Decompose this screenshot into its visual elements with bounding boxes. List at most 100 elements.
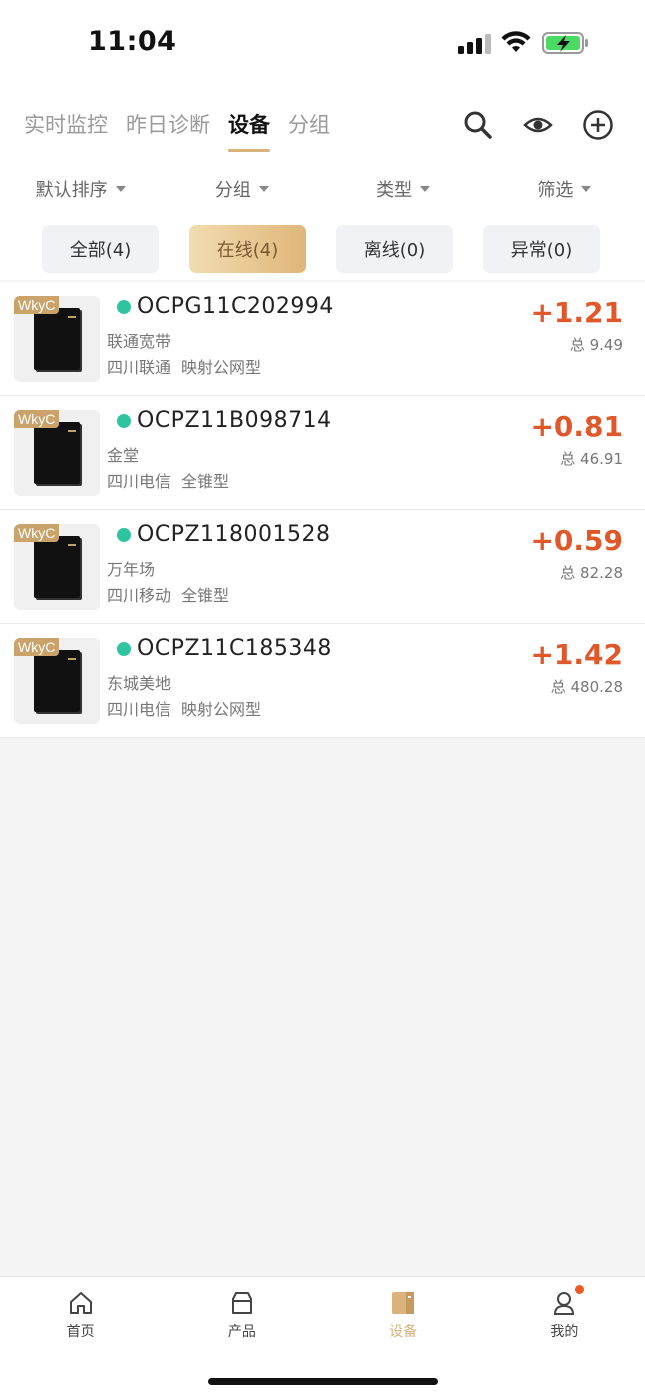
online-status-dot	[117, 527, 131, 542]
sort-default-dropdown[interactable]: 默认排序	[0, 172, 161, 206]
nav-profile[interactable]: 我的	[484, 1277, 645, 1347]
device-isp: 四川联通	[107, 358, 172, 377]
cellular-signal-icon	[458, 32, 492, 54]
notification-dot	[575, 1285, 585, 1294]
box-icon	[231, 1292, 252, 1314]
device-meta: 四川移动 全锥型	[107, 582, 229, 606]
device-list: WkyC OCPG11C202994 联通宽带 四川联通 映射公网型 +1.21…	[0, 282, 645, 738]
device-delta: +1.21	[530, 296, 623, 329]
app-root: 11:04 实时监控 昨日诊断 设备 分组 默认排序 分组 类型 筛选 全部(4…	[0, 0, 645, 1398]
header-actions	[461, 108, 615, 142]
top-tabs: 实时监控 昨日诊断 设备 分组	[24, 110, 330, 152]
type-dropdown[interactable]: 类型	[323, 172, 484, 206]
device-thumbnail: WkyC	[14, 524, 100, 610]
device-delta: +1.42	[530, 638, 623, 671]
device-nat-type: 映射公网型	[181, 358, 262, 377]
nav-products[interactable]: 产品	[161, 1277, 322, 1347]
nav-devices[interactable]: 设备	[323, 1277, 484, 1347]
device-id: OCPZ118001528	[137, 522, 331, 547]
online-status-dot	[117, 641, 131, 656]
home-indicator[interactable]	[208, 1378, 438, 1385]
device-id: OCPZ11B098714	[137, 408, 332, 433]
sort-default-label: 默认排序	[35, 180, 108, 201]
device-meta: 四川联通 映射公网型	[107, 354, 261, 378]
device-thumbnail: WkyC	[14, 296, 100, 382]
search-icon[interactable]	[461, 108, 495, 142]
filter-chip-all[interactable]: 全部(4)	[42, 225, 159, 273]
tab-realtime-monitor[interactable]: 实时监控	[24, 110, 108, 140]
nav-devices-label: 设备	[389, 1324, 418, 1340]
caret-down-icon	[420, 186, 431, 192]
wifi-icon	[501, 31, 531, 52]
type-dropdown-label: 类型	[376, 180, 413, 201]
device-delta: +0.59	[530, 524, 623, 557]
device-total: 总 480.28	[550, 678, 623, 696]
filter-chip-online[interactable]: 在线(4)	[189, 225, 306, 273]
device-id-row: OCPZ11B098714	[117, 408, 332, 433]
nav-profile-label: 我的	[550, 1324, 579, 1340]
online-status-dot	[117, 299, 131, 314]
filter-dropdown-label: 筛选	[537, 180, 574, 201]
device-total: 总 9.49	[569, 336, 623, 354]
filter-chip-abnormal[interactable]: 异常(0)	[483, 225, 600, 273]
status-time: 11:04	[88, 26, 177, 57]
device-name: 金堂	[107, 446, 140, 465]
device-nat-type: 全锥型	[181, 586, 230, 605]
tab-groups[interactable]: 分组	[288, 110, 330, 140]
device-image	[34, 536, 80, 598]
battery-charging-icon	[542, 32, 588, 54]
device-isp: 四川移动	[107, 586, 172, 605]
device-total: 总 82.28	[560, 564, 623, 582]
caret-down-icon	[258, 186, 269, 192]
device-isp: 四川电信	[107, 472, 172, 491]
device-meta: 四川电信 映射公网型	[107, 696, 261, 720]
eye-icon[interactable]	[521, 108, 555, 142]
caret-down-icon	[581, 186, 592, 192]
device-nat-type: 映射公网型	[181, 700, 262, 719]
status-bar: 11:04	[0, 0, 645, 90]
device-row[interactable]: WkyC OCPZ118001528 万年场 四川移动 全锥型 +0.59 总 …	[0, 510, 645, 624]
nav-home-label: 首页	[66, 1324, 95, 1340]
home-icon	[69, 1292, 92, 1314]
device-id: OCPZ11C185348	[137, 636, 332, 661]
group-dropdown-label: 分组	[214, 180, 251, 201]
device-row[interactable]: WkyC OCPZ11C185348 东城美地 四川电信 映射公网型 +1.42…	[0, 624, 645, 738]
device-meta: 四川电信 全锥型	[107, 468, 229, 492]
device-isp: 四川电信	[107, 700, 172, 719]
tab-yesterday-diagnosis[interactable]: 昨日诊断	[126, 110, 210, 140]
sort-filter-row: 默认排序 分组 类型 筛选	[0, 172, 645, 206]
device-name: 联通宽带	[107, 332, 172, 351]
device-image	[34, 650, 80, 712]
profile-icon-wrap	[550, 1285, 585, 1317]
nav-products-label: 产品	[227, 1324, 256, 1340]
device-id-row: OCPZ11C185348	[117, 636, 332, 661]
device-thumbnail: WkyC	[14, 410, 100, 496]
device-name: 万年场	[107, 560, 156, 579]
device-nat-type: 全锥型	[181, 472, 230, 491]
device-thumbnail: WkyC	[14, 638, 100, 724]
device-row[interactable]: WkyC OCPZ11B098714 金堂 四川电信 全锥型 +0.81 总 4…	[0, 396, 645, 510]
device-row[interactable]: WkyC OCPG11C202994 联通宽带 四川联通 映射公网型 +1.21…	[0, 282, 645, 396]
device-id: OCPG11C202994	[137, 294, 334, 319]
device-id-row: OCPZ118001528	[117, 522, 331, 547]
tab-devices[interactable]: 设备	[228, 110, 270, 152]
group-dropdown[interactable]: 分组	[161, 172, 322, 206]
device-name: 东城美地	[107, 674, 172, 693]
status-filter-chips: 全部(4) 在线(4) 离线(0) 异常(0)	[42, 225, 600, 273]
profile-icon	[554, 1292, 575, 1315]
device-tag: WkyC	[14, 296, 60, 314]
device-total: 总 46.91	[560, 450, 623, 468]
online-status-dot	[117, 413, 131, 428]
device-id-row: OCPG11C202994	[117, 294, 334, 319]
device-image	[34, 422, 80, 484]
device-image	[34, 308, 80, 370]
device-tag: WkyC	[14, 638, 60, 656]
add-circle-icon[interactable]	[581, 108, 615, 142]
device-tag: WkyC	[14, 524, 60, 542]
header: 实时监控 昨日诊断 设备 分组 默认排序 分组 类型 筛选 全部(4) 在线(4…	[0, 90, 645, 280]
caret-down-icon	[115, 186, 126, 192]
device-delta: +0.81	[530, 410, 623, 443]
nav-home[interactable]: 首页	[0, 1277, 161, 1347]
filter-dropdown[interactable]: 筛选	[484, 172, 645, 206]
filter-chip-offline[interactable]: 离线(0)	[336, 225, 453, 273]
